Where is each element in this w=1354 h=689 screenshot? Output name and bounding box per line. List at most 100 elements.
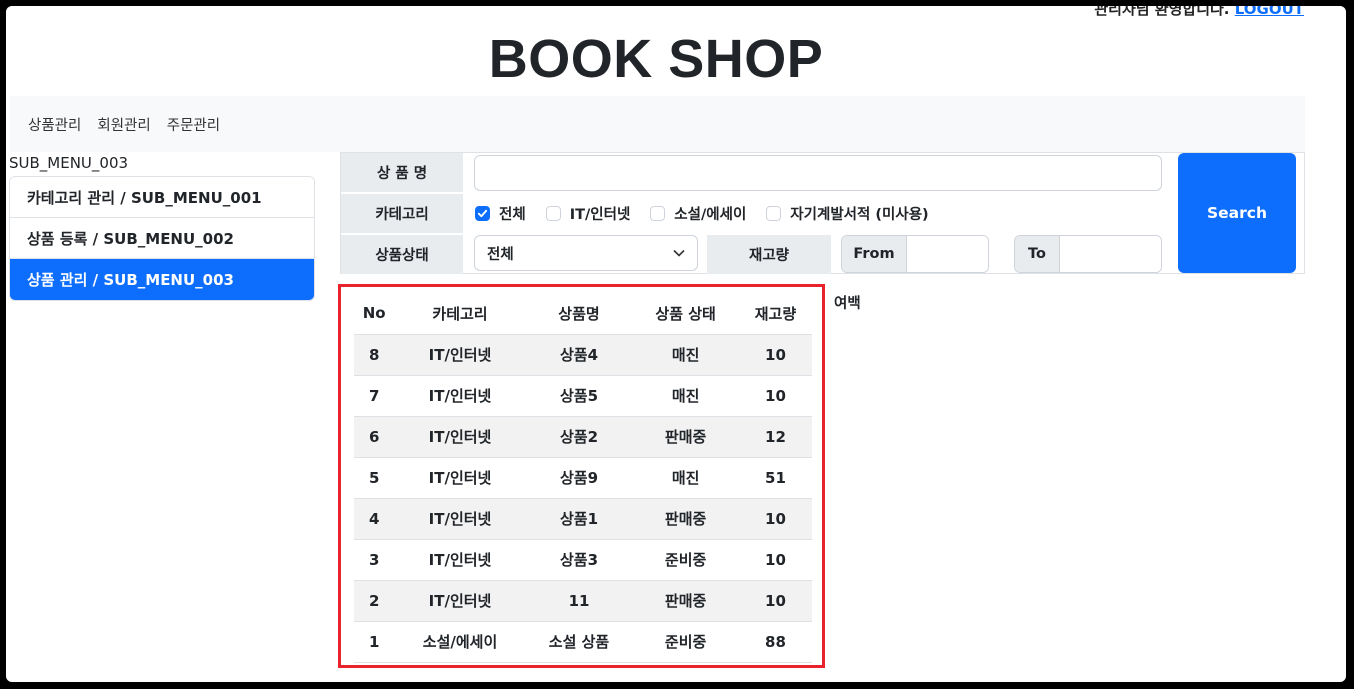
status-select[interactable]: 전체 [474,235,698,271]
cell-no: 3 [354,539,395,581]
product-table: No 카테고리 상품명 상품 상태 재고량 8 IT/인터넷 상품4 매진 10… [354,293,812,663]
cell-name: 상품3 [525,539,633,581]
cell-status: 판매중 [632,498,739,540]
stock-to-label: To [1015,236,1060,272]
product-name-input[interactable] [474,155,1162,191]
cell-no: 5 [354,457,395,499]
status-select-value: 전체 [487,246,514,263]
cell-category: IT/인터넷 [394,539,526,581]
status-label: 상품상태 [341,235,463,274]
chevron-down-icon [673,245,685,261]
category-check-all-label: 전체 [499,206,526,223]
cell-category: IT/인터넷 [394,375,526,417]
table-row[interactable]: 1 소설/에세이 소설 상품 준비중 88 [354,621,812,663]
category-check-it[interactable]: IT/인터넷 [545,203,631,224]
cell-stock: 10 [738,375,812,417]
cell-no: 8 [354,334,395,376]
results-highlight-frame: No 카테고리 상품명 상품 상태 재고량 8 IT/인터넷 상품4 매진 10… [338,284,825,668]
checkbox-checked-icon[interactable] [475,205,490,221]
site-title: BOOK SHOP [488,29,824,89]
sidebar-menu: 카테고리 관리 / SUB_MENU_001 상품 등록 / SUB_MENU_… [9,176,315,301]
nav-item-product[interactable]: 상품관리 [28,114,81,135]
column-header-no: No [354,293,395,335]
cell-name: 상품2 [525,416,633,458]
category-check-selfdev-label: 자기계발서적 (미사용) [790,206,929,223]
cell-stock: 10 [738,539,812,581]
cell-stock: 88 [738,621,812,663]
cell-status: 준비중 [632,621,739,663]
table-row[interactable]: 5 IT/인터넷 상품9 매진 51 [354,457,812,499]
column-header-name: 상품명 [525,293,633,335]
table-row[interactable]: 6 IT/인터넷 상품2 판매중 12 [354,416,812,458]
cell-stock: 10 [738,334,812,376]
cell-no: 6 [354,416,395,458]
checkbox-icon[interactable] [545,205,561,221]
stock-to-input[interactable] [1060,236,1161,272]
cell-name: 소설 상품 [525,621,633,663]
category-check-selfdev[interactable]: 자기계발서적 (미사용) [766,203,929,224]
category-label: 카테고리 [341,194,463,233]
table-row[interactable]: 4 IT/인터넷 상품1 판매중 10 [354,498,812,540]
stock-to-group: To [1014,235,1162,273]
cell-status: 판매중 [632,580,739,622]
cell-stock: 10 [738,498,812,540]
cell-category: IT/인터넷 [394,416,526,458]
cell-no: 4 [354,498,395,540]
cell-category: IT/인터넷 [394,334,526,376]
cell-name: 상품1 [525,498,633,540]
category-check-novel[interactable]: 소설/에세이 [650,203,746,224]
sidebar-title: SUB_MENU_003 [9,154,129,172]
stock-label: 재고량 [707,235,831,274]
stock-from-group: From [841,235,989,273]
column-header-category: 카테고리 [394,293,526,335]
cell-category: IT/인터넷 [394,580,526,622]
column-header-status: 상품 상태 [632,293,739,335]
nav-item-member[interactable]: 회원관리 [97,114,150,135]
cell-status: 준비중 [632,539,739,581]
cell-status: 판매중 [632,416,739,458]
cell-no: 7 [354,375,395,417]
cell-status: 매진 [632,334,739,376]
page: 관리자님 환영합니다. LOGOUT BOOK SHOP 상품관리 회원관리 주… [6,6,1346,682]
column-header-stock: 재고량 [738,293,812,335]
cell-no: 1 [354,621,395,663]
category-checkboxes: 전체 IT/인터넷 소설/에세이 자기계발서적 (미사용) [475,201,949,225]
stock-from-label: From [842,236,907,272]
cell-no: 2 [354,580,395,622]
category-check-novel-label: 소설/에세이 [674,206,747,223]
nav-item-order[interactable]: 주문관리 [167,114,220,135]
sidebar-item-product-register[interactable]: 상품 등록 / SUB_MENU_002 [10,218,314,259]
margin-note: 여백 [834,296,861,312]
category-check-it-label: IT/인터넷 [569,206,631,223]
welcome-bar: 관리자님 환영합니다. LOGOUT [1094,6,1304,19]
cell-status: 매진 [632,375,739,417]
cell-name: 상품9 [525,457,633,499]
cell-category: IT/인터넷 [394,498,526,540]
cell-name: 상품4 [525,334,633,376]
cell-category: 소설/에세이 [394,621,526,663]
table-row[interactable]: 3 IT/인터넷 상품3 준비중 10 [354,539,812,581]
cell-status: 매진 [632,457,739,499]
product-name-label: 상 품 명 [341,153,463,192]
cell-stock: 10 [738,580,812,622]
table-header-row: No 카테고리 상품명 상품 상태 재고량 [354,293,812,335]
cell-stock: 12 [738,416,812,458]
cell-name: 상품5 [525,375,633,417]
search-button[interactable]: Search [1178,153,1296,273]
category-check-all[interactable]: 전체 [475,203,526,224]
logout-link[interactable]: LOGOUT [1235,6,1304,18]
sidebar-item-category[interactable]: 카테고리 관리 / SUB_MENU_001 [10,177,314,218]
table-row[interactable]: 2 IT/인터넷 11 판매중 10 [354,580,812,622]
checkbox-icon[interactable] [766,205,782,221]
welcome-text: 관리자님 환영합니다. [1094,6,1230,18]
cell-name: 11 [525,580,633,622]
top-navbar: 상품관리 회원관리 주문관리 [10,96,1305,152]
checkbox-icon[interactable] [650,205,666,221]
sidebar-item-product-manage[interactable]: 상품 관리 / SUB_MENU_003 [10,259,314,300]
search-form: 상 품 명 카테고리 전체 IT/인터넷 소설/에세이 자기계발서적 (미사용) [340,152,1305,274]
stock-from-input[interactable] [907,236,988,272]
cell-stock: 51 [738,457,812,499]
table-row[interactable]: 7 IT/인터넷 상품5 매진 10 [354,375,812,417]
cell-category: IT/인터넷 [394,457,526,499]
table-row[interactable]: 8 IT/인터넷 상품4 매진 10 [354,334,812,376]
